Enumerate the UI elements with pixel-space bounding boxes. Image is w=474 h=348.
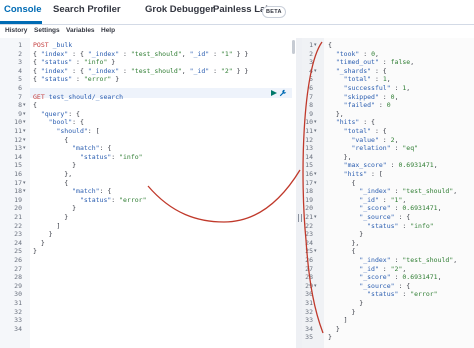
request-gutter: 1 2 3 4 5 6 7 8 ▾ 9 ▾ 10 ▾ 11 ▾ 12 ▾ 13 ▾ 14 15 16 17 ▾ 18 ▾ 19 20 2… xyxy=(0,38,30,348)
fold-arrow-icon[interactable]: ▾ xyxy=(314,126,317,136)
menu-help[interactable]: Help xyxy=(101,27,115,34)
app-tab-bar: Console Search Profiler Grok Debugger Pa… xyxy=(0,0,474,25)
tab-search-profiler[interactable]: Search Profiler xyxy=(53,4,121,15)
fold-arrow-icon[interactable]: ▾ xyxy=(23,186,26,196)
fold-arrow-icon[interactable]: ▾ xyxy=(314,212,317,222)
play-icon[interactable] xyxy=(271,90,277,96)
console-menu: History Settings Variables Help xyxy=(0,26,474,38)
request-code-line: GET test_should/_search xyxy=(33,92,124,101)
fold-arrow-icon[interactable]: ▾ xyxy=(314,281,317,291)
fold-arrow-icon[interactable]: ▾ xyxy=(314,40,317,50)
menu-variables[interactable]: Variables xyxy=(66,27,95,34)
fold-arrow-icon[interactable]: ▾ xyxy=(314,66,317,76)
menu-settings[interactable]: Settings xyxy=(34,27,60,34)
tab-console[interactable]: Console xyxy=(4,4,41,15)
fold-arrow-icon[interactable]: ▾ xyxy=(314,178,317,188)
request-code-line: } xyxy=(33,247,37,256)
request-scrollbar[interactable] xyxy=(292,40,295,54)
response-viewer[interactable]: 1 ▾ 2 3 4 ▾ 5 6 7 8 9 10 ▾ 11 ▾ 12 13 14 15 16 ▾ 17 ▾ 18 19 20 21 ▾… xyxy=(302,38,474,348)
fold-arrow-icon[interactable]: ▾ xyxy=(23,143,26,153)
response-line-number: 35 xyxy=(305,333,313,342)
request-code[interactable]: POST _bulk{ "index" : { "_index" : "test… xyxy=(33,38,290,348)
fold-arrow-icon[interactable]: ▾ xyxy=(314,246,317,256)
wrench-icon[interactable] xyxy=(279,89,287,97)
request-editor[interactable]: 1 2 3 4 5 6 7 8 ▾ 9 ▾ 10 ▾ 11 ▾ 12 ▾ 13 ▾ 14 15 16 17 ▾ 18 ▾ 19 20 2… xyxy=(0,38,296,348)
response-gutter: 1 ▾ 2 3 4 ▾ 5 6 7 8 9 10 ▾ 11 ▾ 12 13 14 15 16 ▾ 17 ▾ 18 19 20 21 ▾… xyxy=(302,38,324,348)
active-tab-indicator xyxy=(0,21,42,24)
request-line-number: 34 xyxy=(14,324,22,333)
request-code-line: { "status" : "error" } xyxy=(33,75,120,84)
response-code: { "took" : 0, "timed_out" : false, "_sha… xyxy=(328,38,472,348)
tab-grok-debugger[interactable]: Grok Debugger xyxy=(145,4,214,15)
beta-badge: BETA xyxy=(262,6,286,18)
response-code-line: } xyxy=(328,333,332,342)
menu-history[interactable]: History xyxy=(5,27,27,34)
